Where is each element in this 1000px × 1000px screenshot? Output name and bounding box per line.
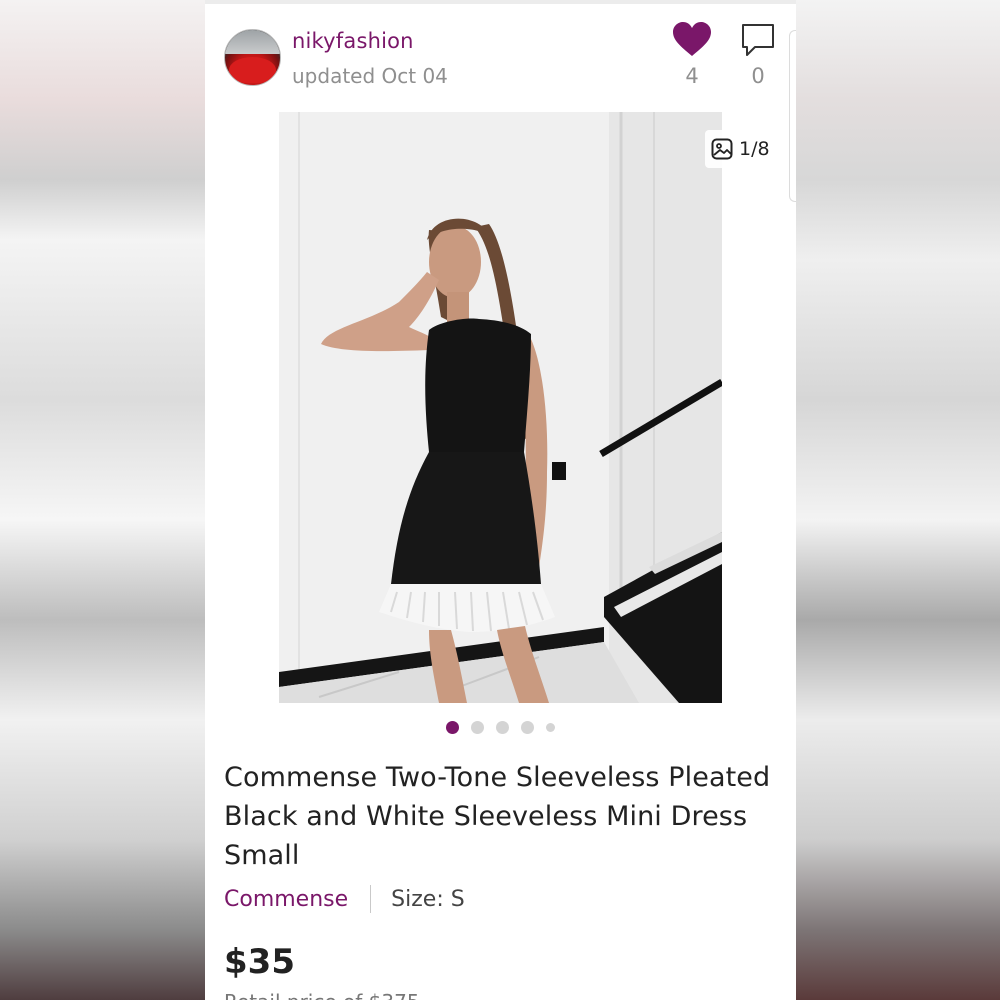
meta-divider xyxy=(370,885,372,913)
gallery-dot-3[interactable] xyxy=(496,721,509,734)
comment-icon xyxy=(742,24,774,56)
gallery-dot-1[interactable] xyxy=(446,721,459,734)
heart-icon xyxy=(673,22,711,56)
listing-title: Commense Two-Tone Sleeveless Pleated Bla… xyxy=(224,762,771,871)
size-label: Size: S xyxy=(391,886,465,912)
comment-count: 0 xyxy=(751,64,765,88)
scroll-handle[interactable] xyxy=(789,30,796,202)
brand-link[interactable]: Commense xyxy=(224,887,348,912)
listing-meta: Commense Size: S xyxy=(224,885,465,913)
background-blur-right xyxy=(795,0,1000,1000)
photo-counter: 1/8 xyxy=(705,130,776,168)
product-photo[interactable] xyxy=(279,112,722,703)
background-blur-left xyxy=(0,0,205,1000)
seller-avatar[interactable] xyxy=(224,29,281,86)
comment-button[interactable] xyxy=(740,22,776,58)
gallery-dot-5[interactable] xyxy=(546,723,555,732)
gallery-pagination xyxy=(205,721,796,734)
avatar-red-dress xyxy=(229,57,276,83)
gallery-dot-4[interactable] xyxy=(521,721,534,734)
gallery-dot-2[interactable] xyxy=(471,721,484,734)
image-icon xyxy=(711,138,733,160)
like-count: 4 xyxy=(685,64,699,88)
photo-counter-text: 1/8 xyxy=(739,138,770,160)
listing-price: $35 xyxy=(224,942,295,982)
like-button[interactable] xyxy=(672,22,712,58)
updated-date: updated Oct 04 xyxy=(292,64,448,88)
avatar-background xyxy=(225,30,280,54)
listing-card: nikyfashion updated Oct 04 4 0 1/8 Comme… xyxy=(205,0,796,1000)
product-photo-illustration xyxy=(279,112,722,703)
original-price-note: Retail price of $375 ... xyxy=(224,990,445,1000)
seller-username[interactable]: nikyfashion xyxy=(292,29,414,53)
